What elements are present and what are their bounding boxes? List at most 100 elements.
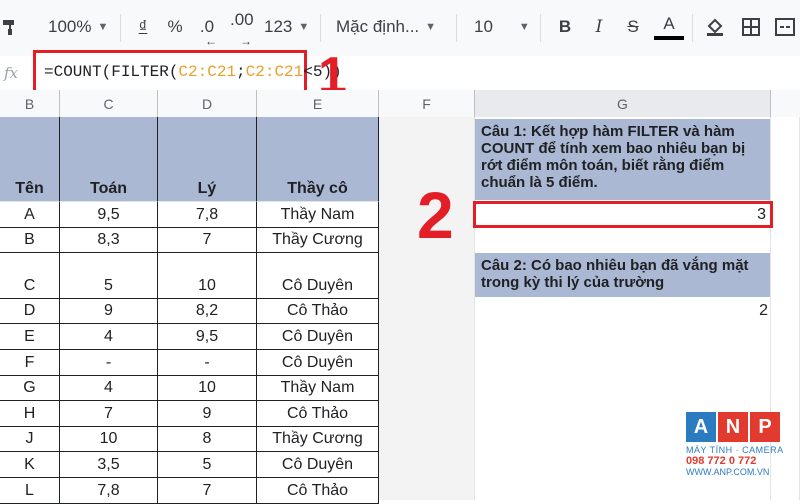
name-cell[interactable]: D [0, 298, 60, 325]
question-1: Câu 1: Kết hợp hàm FILTER và hàm COUNT đ… [475, 119, 770, 200]
teacher-cell[interactable]: Cô Duyên [257, 452, 379, 478]
physics-cell[interactable]: 8,2 [158, 298, 257, 325]
physics-cell[interactable]: 10 [158, 253, 257, 299]
column-f-area[interactable] [379, 117, 475, 500]
divider [692, 14, 693, 42]
answer-1-cell[interactable]: 3 [473, 201, 773, 228]
teacher-cell[interactable]: Cô Thảo [257, 298, 379, 325]
math-cell[interactable]: 4 [60, 375, 158, 402]
fill-color-icon[interactable] [700, 10, 730, 44]
header-cell-math[interactable]: Toán [60, 117, 158, 202]
teacher-cell[interactable]: Thầy Nam [257, 375, 379, 402]
teacher-cell[interactable]: Cô Duyên [257, 253, 379, 299]
physics-cell[interactable]: 9 [158, 401, 257, 427]
column-header-d[interactable]: D [158, 90, 257, 117]
math-cell[interactable]: 8,3 [60, 227, 158, 254]
fx-icon: fx [3, 64, 18, 82]
logo-tagline: MÁY TÍNH · CAMERA [686, 445, 784, 455]
teacher-cell[interactable]: Thầy Cương [257, 426, 379, 453]
name-cell[interactable]: A [0, 202, 60, 228]
chevron-down-icon: ▼ [97, 21, 109, 33]
strikethrough-button[interactable]: S [618, 10, 648, 44]
zoom-select[interactable]: 100% ▼ [48, 10, 108, 44]
logo-phone: 098 772 0 772 [686, 455, 757, 467]
physics-cell[interactable]: 7,8 [158, 202, 257, 228]
header-cell-teacher[interactable]: Thầy cô [257, 117, 379, 202]
formula-input[interactable]: =COUNT(FILTER(C2:C21; C2:C21 <5)) [33, 50, 342, 94]
annotation-two: 2 [417, 178, 454, 252]
teacher-cell[interactable]: Cô Duyên [257, 324, 379, 350]
teacher-cell[interactable]: Thầy Cương [257, 227, 379, 254]
teacher-cell[interactable]: Cô Duyên [257, 350, 379, 376]
arrow-left-icon: ← [205, 34, 217, 48]
logo-site: WWW.ANP.COM.VN [686, 467, 770, 477]
teacher-cell[interactable]: Cô Thảo [257, 401, 379, 427]
column-header-e[interactable]: E [257, 90, 379, 117]
divider [456, 14, 457, 42]
sheet-grid[interactable]: Tên Toán Lý Thầy cô A 9,5 7,8 Thầy Nam B 8,3 7… [0, 117, 800, 504]
name-cell[interactable]: E [0, 324, 60, 350]
question-2: Câu 2: Có bao nhiêu bạn đã vắng mặt tron… [475, 253, 770, 297]
math-cell[interactable]: - [60, 350, 158, 376]
arrow-right-icon: → [240, 34, 252, 48]
zoom-value: 100% [48, 17, 92, 36]
math-cell[interactable]: 9 [60, 298, 158, 325]
name-cell[interactable]: C [0, 253, 60, 299]
logo-letters: A N P [686, 412, 786, 442]
formula-range-1: C2:C21 [178, 63, 237, 81]
merge-cells-icon[interactable] [770, 10, 800, 44]
anp-logo: A N P MÁY TÍNH · CAMERA 098 772 0 772 WW… [686, 412, 786, 492]
more-formats-select[interactable]: 123 ▼ [264, 10, 309, 44]
paint-format-icon[interactable] [0, 10, 20, 44]
font-select[interactable]: Mặc định... ▼ [336, 10, 436, 44]
font-size-select[interactable]: 10 ▼ [474, 10, 530, 44]
answer-2-cell[interactable]: 2 [475, 299, 768, 323]
name-cell[interactable]: J [0, 426, 60, 453]
name-cell[interactable]: B [0, 227, 60, 254]
physics-cell[interactable]: 7 [158, 227, 257, 254]
formula-range-2: C2:C21 [245, 63, 304, 81]
math-cell[interactable]: 3,5 [60, 452, 158, 478]
divider [540, 14, 541, 42]
name-cell[interactable]: G [0, 375, 60, 402]
physics-cell[interactable]: 10 [158, 375, 257, 402]
physics-cell[interactable]: - [158, 350, 257, 376]
text-color-button[interactable]: A [654, 12, 684, 40]
header-cell-name[interactable]: Tên [0, 117, 60, 202]
font-size-value: 10 [474, 17, 493, 36]
chevron-down-icon: ▼ [518, 21, 530, 33]
physics-cell[interactable]: 8 [158, 426, 257, 453]
more-formats-label: 123 [264, 17, 293, 36]
teacher-cell[interactable]: Thầy Nam [257, 202, 379, 228]
column-header-c[interactable]: C [60, 90, 158, 117]
chevron-down-icon: ▼ [425, 21, 437, 33]
logo-letter-p: P [750, 412, 780, 442]
borders-icon[interactable] [736, 10, 766, 44]
currency-button[interactable]: ₫ [128, 10, 158, 44]
physics-cell[interactable]: 9,5 [158, 324, 257, 350]
divider [320, 14, 321, 42]
toolbar: 100% ▼ ₫ % .0 .00 ← → 123 ▼ Mặc định... … [0, 0, 800, 57]
column-header-f[interactable]: F [379, 90, 475, 117]
divider [120, 14, 121, 42]
bold-button[interactable]: B [550, 10, 580, 44]
name-cell[interactable]: F [0, 350, 60, 376]
math-cell[interactable]: 5 [60, 253, 158, 299]
math-cell[interactable]: 7 [60, 401, 158, 427]
italic-button[interactable]: I [584, 10, 614, 44]
logo-letter-a: A [686, 412, 716, 442]
math-cell[interactable]: 10 [60, 426, 158, 453]
percent-button[interactable]: % [160, 10, 190, 44]
math-cell[interactable]: 9,5 [60, 202, 158, 228]
formula-prefix: =COUNT(FILTER( [44, 63, 179, 81]
name-cell[interactable]: K [0, 452, 60, 478]
column-headers: B C D E F G [0, 90, 800, 118]
column-header-g[interactable]: G [475, 90, 771, 117]
name-cell[interactable]: H [0, 401, 60, 427]
logo-letter-n: N [718, 412, 748, 442]
physics-cell[interactable]: 5 [158, 452, 257, 478]
font-name: Mặc định... [336, 17, 420, 36]
math-cell[interactable]: 4 [60, 324, 158, 350]
column-header-b[interactable]: B [0, 90, 60, 117]
header-cell-physics[interactable]: Lý [158, 117, 257, 202]
